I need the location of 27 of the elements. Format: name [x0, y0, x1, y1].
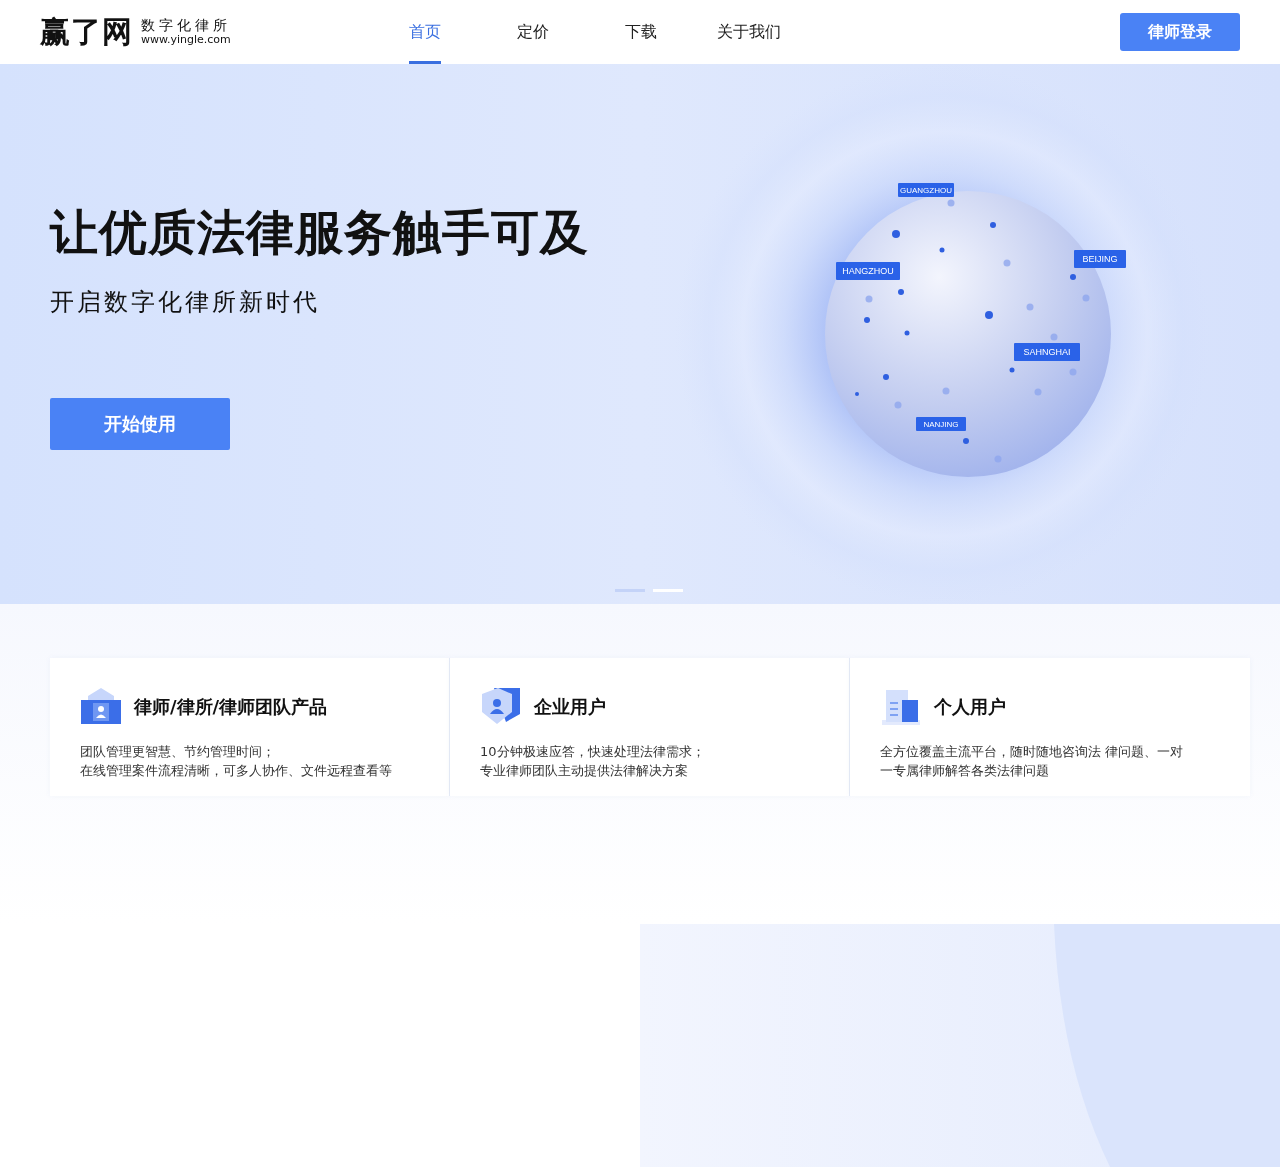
nav-tab[interactable]: 下载 — [587, 0, 695, 64]
feature-description: 全方位覆盖主流平台，随时随地咨询法 律问题、一对 — [880, 743, 1185, 761]
feature-description: 10分钟极速应答，快速处理法律需求； — [480, 743, 706, 761]
feature-title: 企业用户 — [534, 694, 606, 719]
logo-tagline: 数字化律所 — [141, 18, 231, 34]
team-icon — [80, 686, 122, 726]
login-button[interactable]: 律师登录 — [1120, 13, 1240, 51]
feature-title: 个人用户 — [934, 694, 1006, 719]
feature-description: 在线管理案件流程清晰，可多人协作、文件远程查看等 — [80, 762, 393, 780]
city-label: SAHNGHAI — [1014, 343, 1080, 361]
logo-mark: 赢了网 — [40, 17, 133, 47]
city-label: GUANGZHOU — [898, 183, 954, 197]
city-label: NANJING — [916, 417, 966, 431]
feature-description: 团队管理更智慧、节约管理时间； — [80, 743, 276, 761]
city-label: BEIJING — [1074, 250, 1126, 268]
user-shield-icon — [480, 686, 522, 726]
nav-tab[interactable]: 定价 — [479, 0, 587, 64]
feature-title: 律师/律所/律师团队产品 — [134, 694, 328, 719]
feature-description: 一专属律师解答各类法律问题 — [880, 762, 1050, 780]
hero-title: 让优质法律服务触手可及 — [50, 204, 589, 262]
hero-subtitle: 开启数字化律所新时代 — [50, 286, 321, 318]
start-button[interactable]: 开始使用 — [50, 397, 230, 450]
logo-url: www.yingle.com — [141, 33, 231, 46]
slide-indicator[interactable] — [653, 589, 683, 592]
feature-description: 专业律师团队主动提供法律解决方案 — [480, 762, 689, 780]
nav-tab[interactable]: 关于我们 — [695, 0, 803, 64]
city-label: HANGZHOU — [836, 262, 900, 280]
